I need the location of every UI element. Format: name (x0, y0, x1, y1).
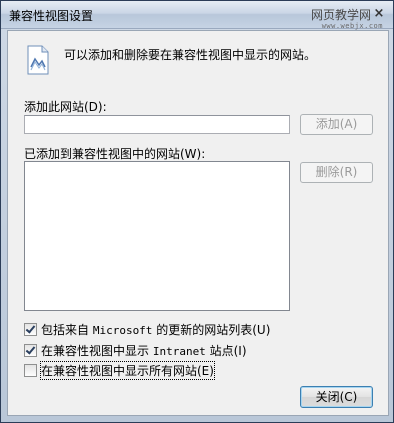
option-label: 在兼容性视图中显示所有网站(E) (40, 360, 215, 380)
checkbox-all-sites[interactable] (24, 363, 37, 377)
add-site-label: 添加此网站(D): (24, 100, 107, 114)
checkbox-intranet-sites[interactable] (24, 343, 37, 357)
remove-button[interactable]: 删除(R) (300, 162, 373, 183)
option-label: 在兼容性视图中显示 Intranet 站点(I) (41, 343, 247, 358)
dialog-body: 可以添加和删除要在兼容性视图中显示的网站。 添加此网站(D): 添加(A) 已添… (7, 30, 389, 416)
window-title: 兼容性视图设置 (9, 9, 94, 23)
option-label: 包括来自 Microsoft 的更新的网站列表(U) (41, 322, 271, 337)
watermark-text: 网页教学网 (310, 8, 371, 22)
option-microsoft-list[interactable]: 包括来自 Microsoft 的更新的网站列表(U) (24, 321, 270, 337)
option-intranet-sites[interactable]: 在兼容性视图中显示 Intranet 站点(I) (24, 342, 247, 358)
checkbox-microsoft-list[interactable] (24, 322, 37, 336)
add-button[interactable]: 添加(A) (300, 114, 373, 135)
watermark-url: www.webjx.com (321, 22, 383, 30)
close-button[interactable]: 关闭(C) (300, 386, 373, 408)
close-icon[interactable]: × (371, 6, 387, 21)
option-all-sites[interactable]: 在兼容性视图中显示所有网站(E) (24, 360, 215, 380)
compat-view-dialog: 兼容性视图设置 网页教学网 www.webjx.com × 可以添加和删除要在兼… (0, 0, 394, 423)
sites-list-label: 已添加到兼容性视图中的网站(W): (24, 147, 206, 161)
sites-listbox[interactable] (24, 161, 290, 311)
add-site-input[interactable] (24, 115, 290, 134)
info-text: 可以添加和删除要在兼容性视图中显示的网站。 (64, 48, 317, 62)
title-bar[interactable]: 兼容性视图设置 网页教学网 www.webjx.com × (1, 1, 393, 30)
compatibility-view-icon (27, 45, 49, 75)
